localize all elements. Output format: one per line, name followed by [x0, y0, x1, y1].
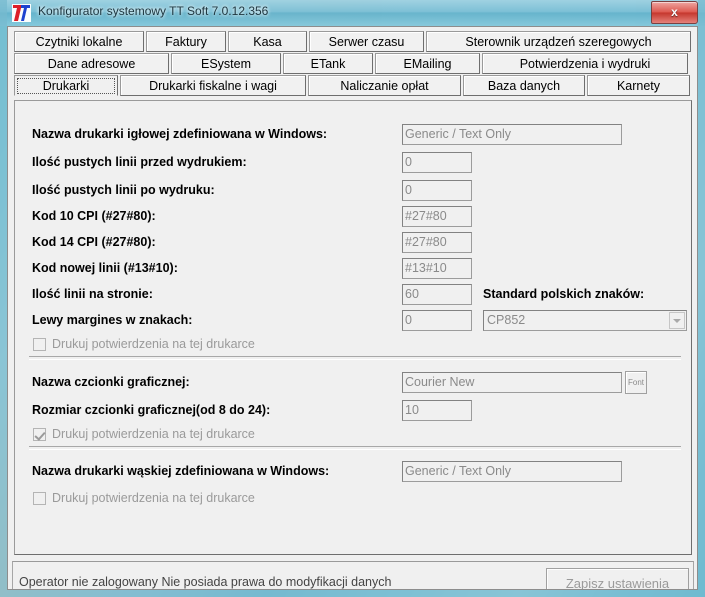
- title-bar-content: Konfigurator systemowy TT Soft 7.0.12.35…: [0, 0, 705, 26]
- input-code-14cpi[interactable]: #27#80: [402, 232, 472, 253]
- combo-polish-charset[interactable]: CP852: [483, 310, 687, 331]
- checkbox-label-print-confirmations-3: Drukuj potwierdzenia na tej drukarce: [52, 491, 255, 505]
- tab-naliczanie-oplat[interactable]: Naliczanie opłat: [308, 75, 461, 96]
- label-code-10cpi: Kod 10 CPI (#27#80):: [32, 209, 156, 223]
- combo-polish-charset-value: CP852: [487, 313, 526, 327]
- label-code-14cpi: Kod 14 CPI (#27#80):: [32, 235, 156, 249]
- label-printer-name: Nazwa drukarki igłowej zdefiniowana w Wi…: [32, 127, 328, 141]
- divider-2: [29, 446, 681, 450]
- input-narrow-printer-name[interactable]: Generic / Text Only: [402, 461, 622, 482]
- application-window: Konfigurator systemowy TT Soft 7.0.12.35…: [0, 0, 705, 597]
- checkbox-label-print-confirmations-2: Drukuj potwierdzenia na tej drukarce: [52, 427, 255, 441]
- tab-strip: Czytniki lokalne Faktury Kasa Serwer cza…: [14, 31, 692, 97]
- tab-esystem[interactable]: ESystem: [171, 53, 281, 74]
- tab-row-2: Dane adresowe ESystem ETank EMailing Pot…: [14, 53, 692, 74]
- input-code-10cpi[interactable]: #27#80: [402, 206, 472, 227]
- label-code-newline: Kod nowej linii (#13#10):: [32, 261, 178, 275]
- title-bar: Konfigurator systemowy TT Soft 7.0.12.35…: [0, 0, 705, 26]
- divider-1: [29, 356, 681, 360]
- client-area: Czytniki lokalne Faktury Kasa Serwer cza…: [7, 26, 698, 590]
- checkbox-print-confirmations-1[interactable]: [33, 338, 46, 351]
- tab-drukarki[interactable]: Drukarki: [14, 75, 118, 96]
- input-graphic-font-size[interactable]: 10: [402, 400, 472, 421]
- close-button[interactable]: x: [651, 1, 698, 24]
- checkbox-print-confirmations-2[interactable]: [33, 428, 46, 441]
- tab-potwierdzenia-i-wydruki[interactable]: Potwierdzenia i wydruki: [482, 53, 688, 74]
- checkbox-label-print-confirmations-1: Drukuj potwierdzenia na tej drukarce: [52, 337, 255, 351]
- tab-czytniki-lokalne[interactable]: Czytniki lokalne: [14, 31, 144, 52]
- tab-kasa[interactable]: Kasa: [228, 31, 307, 52]
- label-polish-charset: Standard polskich znaków:: [483, 287, 645, 301]
- tab-row-3: Drukarki Drukarki fiskalne i wagi Nalicz…: [14, 75, 692, 96]
- label-blank-lines-before: Ilość pustych linii przed wydrukiem:: [32, 155, 247, 169]
- input-blank-lines-before[interactable]: 0: [402, 152, 472, 173]
- tab-emailing[interactable]: EMailing: [375, 53, 480, 74]
- window-title: Konfigurator systemowy TT Soft 7.0.12.35…: [38, 4, 269, 18]
- label-lines-per-page: Ilość linii na stronie:: [32, 287, 153, 301]
- input-code-newline[interactable]: #13#10: [402, 258, 472, 279]
- tab-baza-danych[interactable]: Baza danych: [463, 75, 585, 96]
- tab-row-1: Czytniki lokalne Faktury Kasa Serwer cza…: [14, 31, 692, 52]
- label-graphic-font-name: Nazwa czcionki graficznej:: [32, 375, 190, 389]
- label-graphic-font-size: Rozmiar czcionki graficznej(od 8 do 24):: [32, 403, 271, 417]
- tab-etank[interactable]: ETank: [283, 53, 373, 74]
- tab-karnety[interactable]: Karnety: [587, 75, 690, 96]
- label-left-margin: Lewy margines w znakach:: [32, 313, 193, 327]
- tab-dane-adresowe[interactable]: Dane adresowe: [14, 53, 169, 74]
- status-bar: Operator nie zalogowany Nie posiada praw…: [12, 561, 694, 589]
- tab-drukarki-fiskalne-i-wagi[interactable]: Drukarki fiskalne i wagi: [120, 75, 306, 96]
- input-lines-per-page[interactable]: 60: [402, 284, 472, 305]
- chevron-down-icon[interactable]: [669, 312, 685, 329]
- input-blank-lines-after[interactable]: 0: [402, 180, 472, 201]
- tab-faktury[interactable]: Faktury: [146, 31, 226, 52]
- checkbox-print-confirmations-3[interactable]: [33, 492, 46, 505]
- tab-sterownik-urzadzen-szeregowych[interactable]: Sterownik urządzeń szeregowych: [426, 31, 691, 52]
- status-message: Operator nie zalogowany Nie posiada praw…: [19, 575, 392, 589]
- input-graphic-font-name[interactable]: Courier New: [402, 372, 622, 393]
- input-left-margin[interactable]: 0: [402, 310, 472, 331]
- tt-soft-logo-icon: [12, 4, 31, 22]
- tab-page-drukarki: Nazwa drukarki igłowej zdefiniowana w Wi…: [14, 100, 692, 555]
- save-settings-button[interactable]: Zapisz ustawienia: [546, 568, 689, 589]
- label-blank-lines-after: Ilość pustych linii po wydruku:: [32, 183, 215, 197]
- input-printer-name[interactable]: Generic / Text Only: [402, 124, 622, 145]
- font-picker-button[interactable]: Font: [625, 371, 647, 394]
- label-narrow-printer-name: Nazwa drukarki wąskiej zdefiniowana w Wi…: [32, 464, 330, 478]
- tab-serwer-czasu[interactable]: Serwer czasu: [309, 31, 424, 52]
